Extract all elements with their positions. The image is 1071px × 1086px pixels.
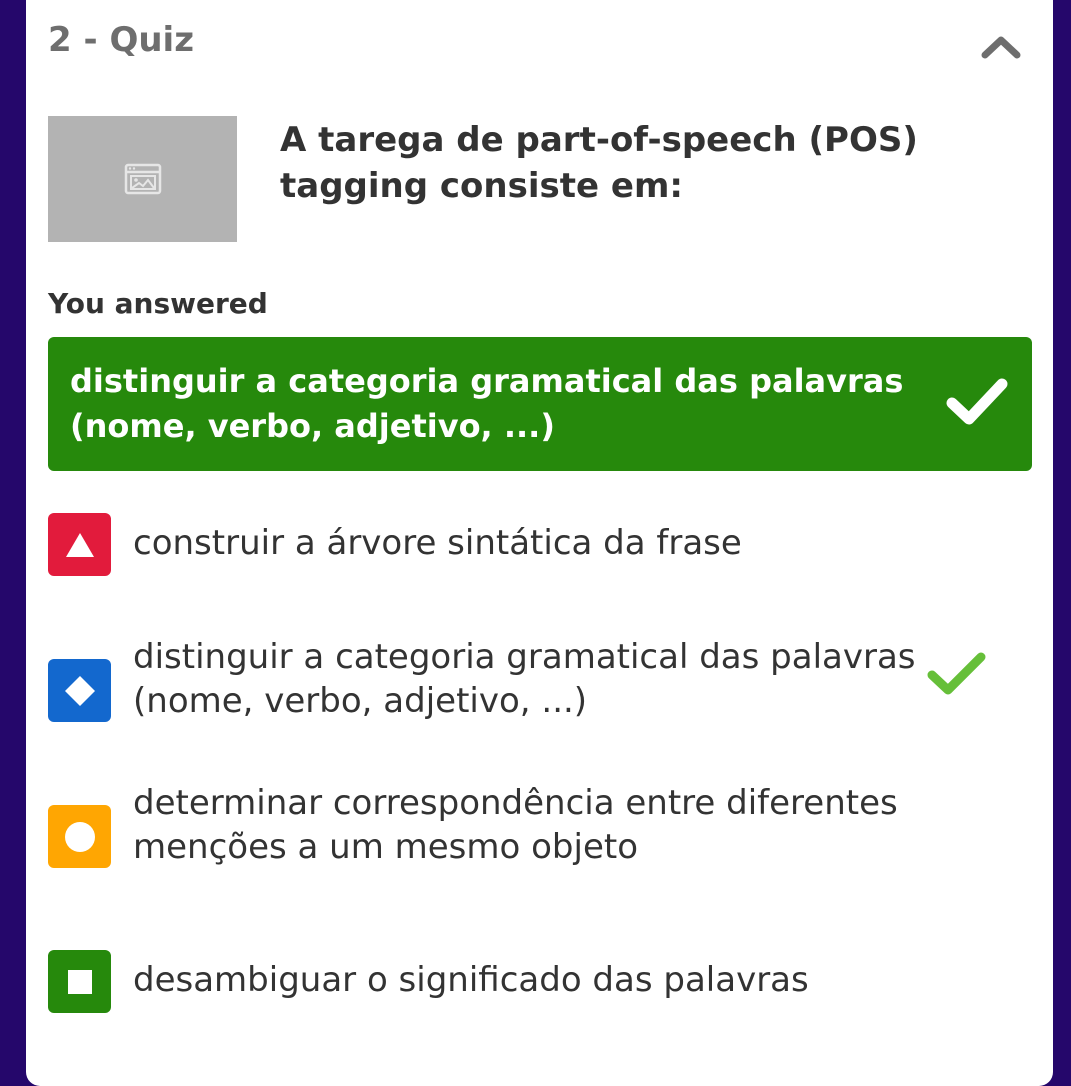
option-text: determinar correspondência entre diferen… [133, 783, 898, 867]
quiz-title: 2 - Quiz [48, 20, 194, 60]
diamond-icon [64, 675, 95, 706]
checkmark-icon [946, 378, 1008, 425]
square-icon [67, 969, 92, 994]
option-text: construir a árvore sintática da frase [133, 523, 742, 563]
question-text: A tarega de part-of-speech (POS) tagging… [280, 120, 918, 206]
circle-icon [64, 821, 95, 852]
selected-answer-text: distinguir a categoria gramatical das pa… [70, 362, 904, 445]
quiz-card: 2 - Quiz A tarega de part-of-speech (POS… [26, 0, 1053, 1086]
question-image [48, 116, 237, 242]
collapse-button[interactable] [976, 24, 1026, 68]
option-text: distinguir a categoria gramatical das pa… [133, 637, 916, 721]
checkmark-icon [927, 652, 986, 695]
diamond-shape [48, 659, 111, 722]
chevron-up-icon [981, 36, 1021, 59]
selected-answer: distinguir a categoria gramatical das pa… [48, 337, 1032, 471]
triangle-icon [65, 532, 94, 557]
option-text: desambiguar o significado das palavras [133, 960, 809, 1000]
you-answered-label: You answered [48, 287, 268, 320]
square-shape [48, 950, 111, 1013]
circle-shape [48, 805, 111, 868]
image-placeholder-icon [124, 163, 161, 195]
triangle-shape [48, 513, 111, 576]
